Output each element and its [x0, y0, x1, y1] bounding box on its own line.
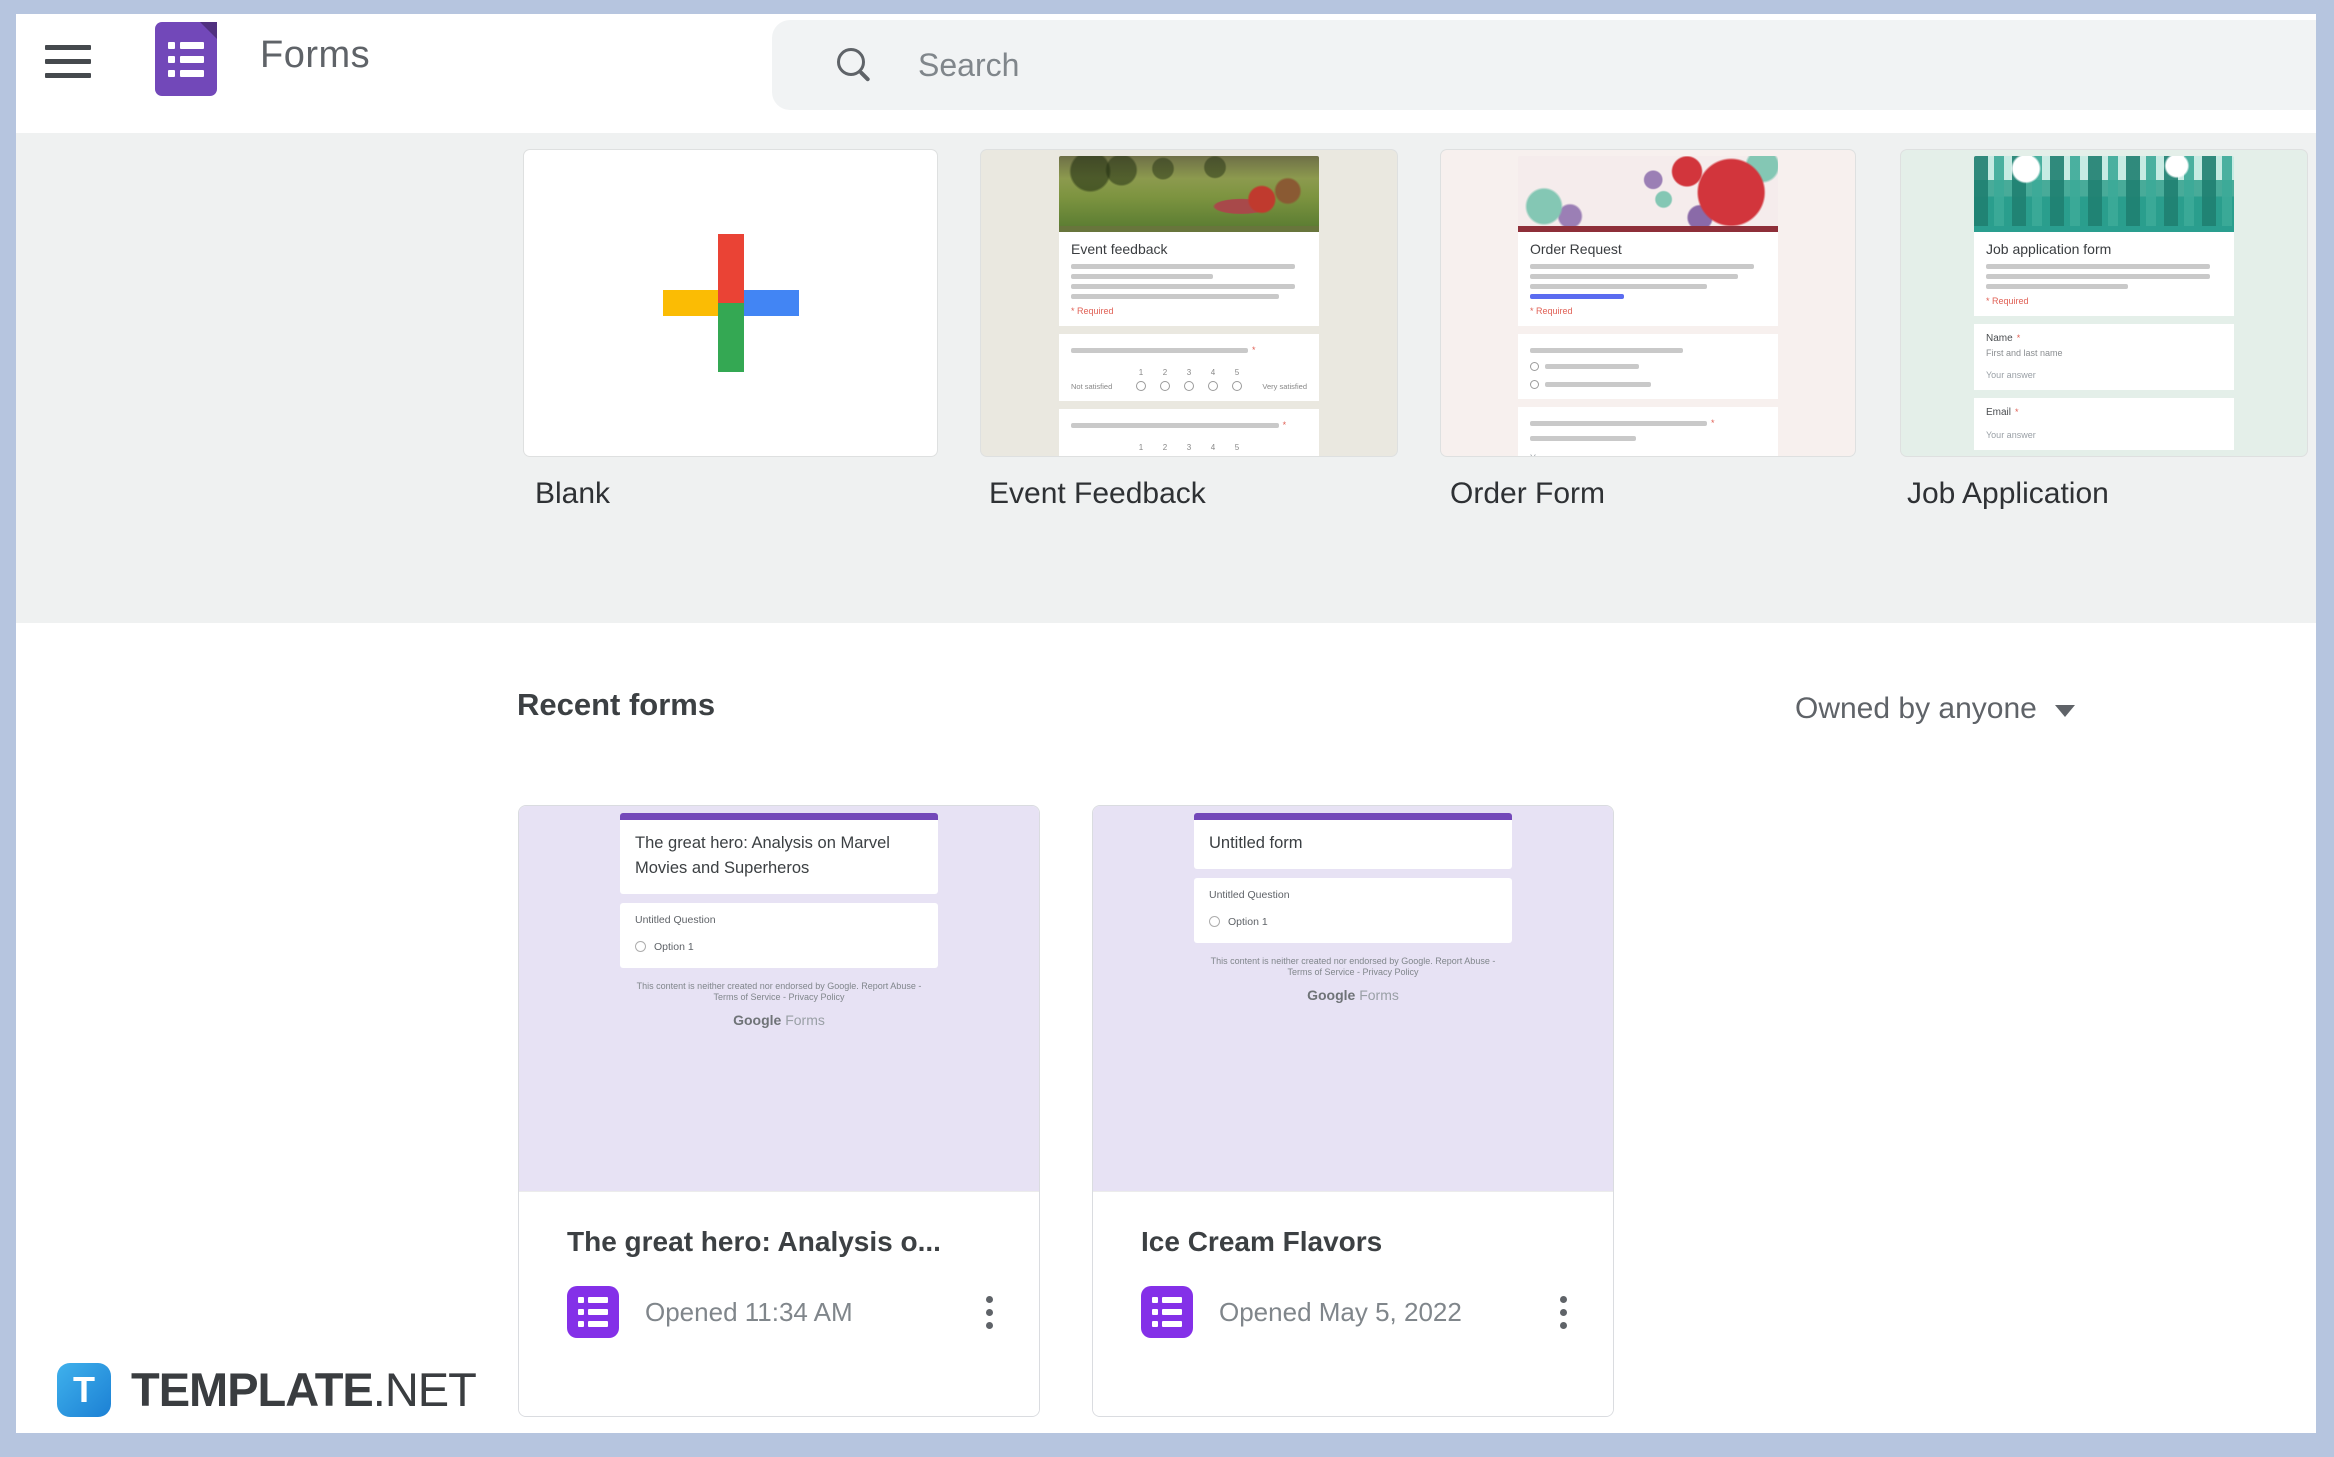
your-answer-hint: Your answer [1986, 370, 2222, 380]
forms-file-icon [1141, 1286, 1193, 1338]
preview-disclaimer: This content is neither created nor endo… [1194, 956, 1512, 979]
field-label: Email [1986, 407, 2011, 418]
mini-form-title: Job application form [1986, 241, 2222, 257]
brand-tld: .NET [373, 1363, 476, 1416]
radio-icon [1160, 381, 1170, 391]
recent-forms-heading: Recent forms [517, 687, 715, 723]
forms-file-icon [567, 1286, 619, 1338]
text-line [1071, 284, 1295, 289]
brand-name: TEMPLATE [131, 1363, 373, 1416]
more-options-icon[interactable] [976, 1290, 1003, 1335]
template-card-event-feedback[interactable]: Event feedback * Required * 1 [981, 150, 1397, 456]
cityscape-header-image [1974, 156, 2234, 226]
field-label: Name [1986, 333, 2013, 344]
radio-icon [1530, 362, 1539, 371]
new-blank-plus-icon [663, 234, 799, 372]
text-line [1986, 284, 2128, 289]
template-label-blank: Blank [535, 477, 610, 511]
recent-form-card[interactable]: Untitled form Untitled Question Option 1… [1092, 805, 1614, 1417]
preview-form-title: Untitled form [1209, 831, 1497, 856]
text-line [1530, 264, 1754, 269]
app-window: Forms Event feedback [16, 14, 2316, 1433]
preview-question: Untitled Question [635, 914, 923, 926]
required-note: * Required [1986, 296, 2222, 306]
template-label-job-application: Job Application [1907, 477, 2109, 511]
radio-icon [1232, 381, 1242, 391]
opened-timestamp: Opened 11:34 AM [645, 1297, 853, 1328]
more-options-icon[interactable] [1550, 1290, 1577, 1335]
templatenet-watermark: T TEMPLATE.NET [57, 1362, 476, 1417]
radio-icon [1184, 381, 1194, 391]
template-gallery: Event feedback * Required * 1 [16, 133, 2316, 623]
text-line [1071, 294, 1279, 299]
google-forms-wordmark: Google Forms [620, 1012, 938, 1030]
text-line [1071, 348, 1248, 353]
floral-header-image [1518, 156, 1778, 226]
templatenet-logo-icon: T [57, 1363, 111, 1417]
recent-form-card[interactable]: The great hero: Analysis on Marvel Movie… [518, 805, 1040, 1417]
main-menu-icon[interactable] [45, 45, 91, 78]
opened-timestamp: Opened May 5, 2022 [1219, 1297, 1462, 1328]
preview-form-title: The great hero: Analysis on Marvel Movie… [635, 831, 923, 881]
text-line [1530, 274, 1738, 279]
template-card-order-form[interactable]: Order Request * Required [1441, 150, 1855, 456]
form-title: The great hero: Analysis o... [567, 1226, 1003, 1258]
template-card-job-application[interactable]: Job application form * Required Name * F… [1901, 150, 2307, 456]
text-line [1071, 274, 1213, 279]
event-feedback-preview: Event feedback * Required * 1 [1059, 156, 1319, 456]
radio-icon [1208, 381, 1218, 391]
logo-fold-corner [200, 22, 217, 39]
rating-scale: 1 2 3 4 5 Not sati [1071, 368, 1307, 391]
page-title: Forms [260, 34, 370, 77]
google-forms-wordmark: Google Forms [1194, 987, 1512, 1005]
preview-option: Option 1 [654, 941, 694, 953]
form-preview: The great hero: Analysis on Marvel Movie… [519, 806, 1039, 1191]
search-icon [836, 47, 872, 83]
template-card-blank[interactable] [524, 150, 937, 456]
your-answer-hint: Your answer [1530, 453, 1766, 456]
search-bar[interactable] [772, 20, 2316, 110]
text-line [1530, 421, 1707, 426]
top-app-bar: Forms [16, 14, 2316, 133]
template-label-event-feedback: Event Feedback [989, 477, 1206, 511]
radio-icon [1530, 380, 1539, 389]
text-line [1530, 348, 1683, 353]
text-line [1545, 364, 1639, 369]
text-line [1545, 382, 1651, 387]
text-line [1530, 284, 1707, 289]
text-line [1986, 274, 2210, 279]
search-input[interactable] [918, 47, 2316, 84]
radio-icon [1209, 916, 1220, 927]
required-note: * Required [1071, 306, 1307, 316]
card-footer: Ice Cream Flavors Opened May 5, 2022 [1093, 1191, 1613, 1417]
picnic-header-image [1059, 156, 1319, 226]
radio-icon [635, 941, 646, 952]
order-form-preview: Order Request * Required [1518, 156, 1778, 456]
card-footer: The great hero: Analysis o... Opened 11:… [519, 1191, 1039, 1417]
job-application-preview: Job application form * Required Name * F… [1974, 156, 2234, 456]
preview-disclaimer: This content is neither created nor endo… [620, 981, 938, 1004]
preview-question: Untitled Question [1209, 889, 1497, 901]
mini-form-title: Event feedback [1071, 241, 1307, 257]
link-line [1530, 294, 1624, 299]
chevron-down-icon [2055, 705, 2075, 717]
mini-form-title: Order Request [1530, 241, 1766, 257]
owned-by-label: Owned by anyone [1795, 692, 2037, 726]
template-label-order-form: Order Form [1450, 477, 1605, 511]
text-line [1071, 423, 1279, 428]
form-preview: Untitled form Untitled Question Option 1… [1093, 806, 1613, 1191]
required-note: * Required [1530, 306, 1766, 316]
owned-by-filter[interactable]: Owned by anyone [1795, 692, 2075, 726]
your-answer-hint: Your answer [1986, 430, 2222, 440]
form-title: Ice Cream Flavors [1141, 1226, 1577, 1258]
field-hint: First and last name [1986, 348, 2222, 358]
radio-icon [1136, 381, 1146, 391]
text-line [1071, 264, 1295, 269]
text-line [1530, 436, 1636, 441]
preview-option: Option 1 [1228, 916, 1268, 928]
text-line [1986, 264, 2210, 269]
